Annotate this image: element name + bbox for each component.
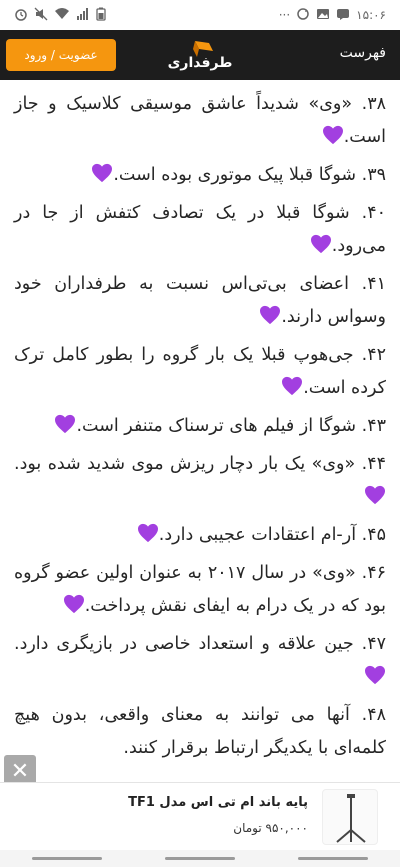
fact-text: ۴۲. جی‌هوپ قبلا یک بار گروه را بطور کامل… [14, 345, 386, 398]
ad-banner[interactable]: پایه باند ام تی اس مدل TF1 ۹۵۰,۰۰۰ تومان [0, 782, 400, 850]
purple-heart-icon [365, 485, 385, 505]
menu-button[interactable]: فهرست [340, 45, 386, 61]
sync-icon [296, 7, 310, 24]
purple-heart-icon [92, 163, 113, 183]
fact-item: ۴۷. جین علاقه و استعداد خاصی در بازیگری … [14, 628, 386, 694]
signal-icon [76, 7, 90, 24]
nav-handle[interactable] [31, 857, 102, 860]
close-icon: ✕ [10, 758, 30, 784]
logo-text: طرفداری [167, 55, 233, 71]
fact-item: ۴۳. شوگا از فیلم های ترسناک متنفر است. [14, 410, 386, 443]
fact-text: ۴۳. شوگا از فیلم های ترسناک متنفر است. [76, 416, 386, 436]
purple-heart-icon [55, 414, 76, 434]
fact-item: ۴۲. جی‌هوپ قبلا یک بار گروه را بطور کامل… [14, 339, 386, 405]
fact-text: ۴۴. «وی» یک بار دچار ریزش موی شدید شده ب… [14, 454, 386, 474]
app-header: عضویت / ورود طرفداری فهرست [0, 30, 400, 80]
speaker-stand-icon [336, 794, 366, 843]
image-icon [316, 7, 330, 24]
fact-item: ۴۱. اعضای بی‌تی‌اس نسبت به طرفداران خود … [14, 268, 386, 334]
fact-item: ۳۸. «وی» شدیداً عاشق موسیقی کلاسیک و جاز… [14, 88, 386, 154]
product-image [322, 789, 378, 845]
purple-heart-icon [137, 523, 158, 543]
fact-item: ۴۴. «وی» یک بار دچار ریزش موی شدید شده ب… [14, 448, 386, 514]
fact-text: ۴۸. آنها می توانند به معنای واقعی، بدون … [14, 705, 386, 758]
message-icon [336, 7, 350, 24]
fact-text: ۳۹. شوگا قبلا پیک موتوری بوده است. [113, 165, 386, 185]
ad-product-price: ۹۵۰,۰۰۰ تومان [233, 821, 308, 835]
fact-item: ۴۸. آنها می توانند به معنای واقعی، بدون … [14, 699, 386, 765]
purple-heart-icon [322, 125, 343, 145]
purple-heart-icon [365, 665, 385, 685]
more-notifications-icon: ··· [278, 8, 291, 22]
no-sound-icon [34, 7, 48, 24]
ad-product-title: پایه باند ام تی اس مدل TF1 [128, 795, 308, 810]
purple-heart-icon [260, 305, 281, 325]
site-logo[interactable]: طرفداری [160, 36, 240, 74]
battery-icon [96, 7, 106, 24]
wifi-icon [54, 7, 70, 24]
fact-text: ۴۵. آر-ام اعتقادات عجیبی دارد. [158, 525, 386, 545]
signup-login-button[interactable]: عضویت / ورود [6, 39, 116, 71]
fact-text: ۴۱. اعضای بی‌تی‌اس نسبت به طرفداران خود … [14, 274, 386, 327]
nav-handle[interactable] [164, 857, 235, 860]
purple-heart-icon [282, 376, 303, 396]
purple-heart-icon [63, 594, 84, 614]
fact-item: ۴۶. «وی» در سال ۲۰۱۷ به عنوان اولین عضو … [14, 557, 386, 623]
purple-heart-icon [310, 234, 331, 254]
fact-text: ۴۷. جین علاقه و استعداد خاصی در بازیگری … [14, 634, 386, 654]
status-notifications: ··· ۱۵:۰۶ [279, 7, 386, 24]
alarm-icon [14, 7, 28, 24]
fact-item: ۴۰. شوگا قبلا در یک تصادف کتفش از جا در … [14, 197, 386, 263]
status-bar: ··· ۱۵:۰۶ [0, 0, 400, 30]
nav-handle[interactable] [298, 857, 369, 860]
fact-item: ۴۵. آر-ام اعتقادات عجیبی دارد. [14, 519, 386, 552]
clock-time: ۱۵:۰۶ [356, 8, 386, 22]
article-content: ۳۸. «وی» شدیداً عاشق موسیقی کلاسیک و جاز… [0, 80, 400, 782]
scroll-offset [14, 80, 386, 88]
system-nav-bar [0, 850, 400, 867]
status-icons [14, 7, 106, 24]
fact-item: ۳۹. شوگا قبلا پیک موتوری بوده است. [14, 159, 386, 192]
facts-list: ۳۸. «وی» شدیداً عاشق موسیقی کلاسیک و جاز… [14, 88, 386, 765]
